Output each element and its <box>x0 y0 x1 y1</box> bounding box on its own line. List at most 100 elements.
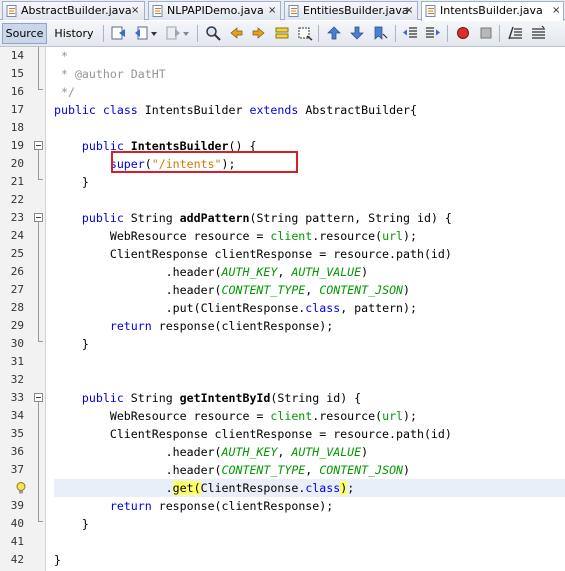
code-line: 22 <box>0 191 565 209</box>
stop-macro-icon[interactable] <box>478 25 494 41</box>
find-selection-icon[interactable] <box>297 25 313 41</box>
last-edit-icon[interactable] <box>110 25 126 41</box>
find-previous-icon[interactable] <box>228 25 244 41</box>
code-line: 42 } <box>0 551 565 569</box>
chevron-down-icon[interactable] <box>150 25 159 41</box>
toolbar-separator <box>103 25 104 42</box>
code-line: 33 public String getIntentById(String id… <box>0 389 565 407</box>
tab-nlpapi-demo[interactable]: NLPAPIDemo.java × <box>148 1 281 20</box>
lightbulb-hint-icon[interactable] <box>14 481 28 495</box>
code-line: 24 WebResource resource = client.resourc… <box>0 227 565 245</box>
close-icon[interactable]: × <box>552 2 560 20</box>
java-file-icon <box>6 5 17 17</box>
code-text: .header(CONTENT_TYPE, CONTENT_JSON) <box>54 283 411 297</box>
code-line: 26 .header(AUTH_KEY, AUTH_VALUE) <box>0 263 565 281</box>
annotation-highlight-box <box>111 151 298 173</box>
start-macro-icon[interactable] <box>455 25 471 41</box>
code-text: } <box>54 175 89 189</box>
fold-toggle-icon[interactable] <box>34 393 43 402</box>
uncomment-icon[interactable] <box>530 25 546 41</box>
line-number: 34 <box>10 409 24 422</box>
forward-icon[interactable] <box>165 25 181 41</box>
next-bookmark-icon[interactable] <box>349 25 365 41</box>
close-icon[interactable]: × <box>131 2 139 20</box>
shift-left-icon[interactable] <box>402 25 418 41</box>
line-number: 25 <box>10 247 24 260</box>
java-file-icon <box>152 5 163 17</box>
line-number: 29 <box>10 319 24 332</box>
fold-toggle-icon[interactable] <box>34 141 43 150</box>
line-number: 21 <box>10 175 24 188</box>
line-number: 42 <box>10 553 24 566</box>
line-number: 22 <box>10 193 24 206</box>
line-number: 27 <box>10 283 24 296</box>
find-next-icon[interactable] <box>251 25 267 41</box>
line-number: 16 <box>10 85 24 98</box>
code-line: 17 public class IntentsBuilder extends A… <box>0 101 565 119</box>
line-number: 20 <box>10 157 24 170</box>
line-number: 19 <box>10 139 24 152</box>
code-text: public String getIntentById(String id) { <box>81 391 362 405</box>
code-text: ClientResponse clientResponse = resource… <box>54 247 452 261</box>
tab-intents-builder[interactable]: IntentsBuilder.java × <box>421 1 564 21</box>
code-text: public String addPattern(String pattern,… <box>81 211 452 225</box>
code-text: .put(ClientResponse.class, pattern); <box>54 301 417 315</box>
fold-toggle-icon[interactable] <box>34 213 43 222</box>
close-icon[interactable]: × <box>268 2 276 20</box>
tab-label: IntentsBuilder.java <box>440 4 543 17</box>
editor-tab-bar: AbstractBuilder.java × NLPAPIDemo.java ×… <box>0 0 565 21</box>
java-file-icon <box>425 5 436 17</box>
toolbar-separator <box>318 25 319 42</box>
code-line: 18 <box>0 119 565 137</box>
code-line: 31 <box>0 353 565 371</box>
history-view-button[interactable]: History <box>51 23 97 44</box>
code-line: 23 public String addPattern(String patte… <box>0 209 565 227</box>
code-line: 27 .header(CONTENT_TYPE, CONTENT_JSON) <box>0 281 565 299</box>
toggle-bookmark-icon[interactable] <box>372 25 388 41</box>
line-number: 39 <box>10 499 24 512</box>
code-line: 34 WebResource resource = client.resourc… <box>0 407 565 425</box>
back-icon[interactable] <box>134 25 150 41</box>
code-line: 16 */ <box>0 83 565 101</box>
code-line: 28 .put(ClientResponse.class, pattern); <box>0 299 565 317</box>
code-line: 40 } <box>0 515 565 533</box>
line-number: 40 <box>10 517 24 530</box>
editor-toolbar: Source History <box>0 21 565 47</box>
code-line: 25 ClientResponse clientResponse = resou… <box>0 245 565 263</box>
toggle-highlight-icon[interactable] <box>274 25 290 41</box>
code-text: .header(AUTH_KEY, AUTH_VALUE) <box>54 265 369 279</box>
source-view-button[interactable]: Source <box>2 23 47 44</box>
line-number: 37 <box>10 463 24 476</box>
close-icon[interactable]: × <box>405 2 413 20</box>
line-number: 36 <box>10 445 24 458</box>
code-line: 30 } <box>0 335 565 353</box>
code-line: 39 return response(clientResponse); <box>0 497 565 515</box>
shift-right-icon[interactable] <box>425 25 441 41</box>
tab-entities-builder[interactable]: EntitiesBuilder.java × <box>284 1 418 20</box>
toolbar-separator <box>499 25 500 42</box>
find-icon[interactable] <box>205 25 221 41</box>
comment-icon[interactable] <box>507 25 523 41</box>
code-line-current: .get(ClientResponse.class); <box>0 479 565 497</box>
tab-label: AbstractBuilder.java <box>21 4 132 17</box>
line-number: 24 <box>10 229 24 242</box>
line-number: 26 <box>10 265 24 278</box>
code-text: public class IntentsBuilder extends Abst… <box>54 103 418 117</box>
line-number: 41 <box>10 535 24 548</box>
chevron-down-icon[interactable] <box>182 25 191 41</box>
line-number: 31 <box>10 355 24 368</box>
code-text: } <box>54 337 89 351</box>
code-editor[interactable]: 14 * 15 * @author DatHT 16 */ 17 public … <box>0 47 565 571</box>
previous-bookmark-icon[interactable] <box>326 25 342 41</box>
line-number: 14 <box>10 49 24 62</box>
code-text: .get(ClientResponse.class); <box>54 479 565 497</box>
tab-abstract-builder[interactable]: AbstractBuilder.java × <box>2 1 145 20</box>
code-text: return response(clientResponse); <box>109 499 334 513</box>
code-line: 29 return response(clientResponse); <box>0 317 565 335</box>
code-line: 41 <box>0 533 565 551</box>
